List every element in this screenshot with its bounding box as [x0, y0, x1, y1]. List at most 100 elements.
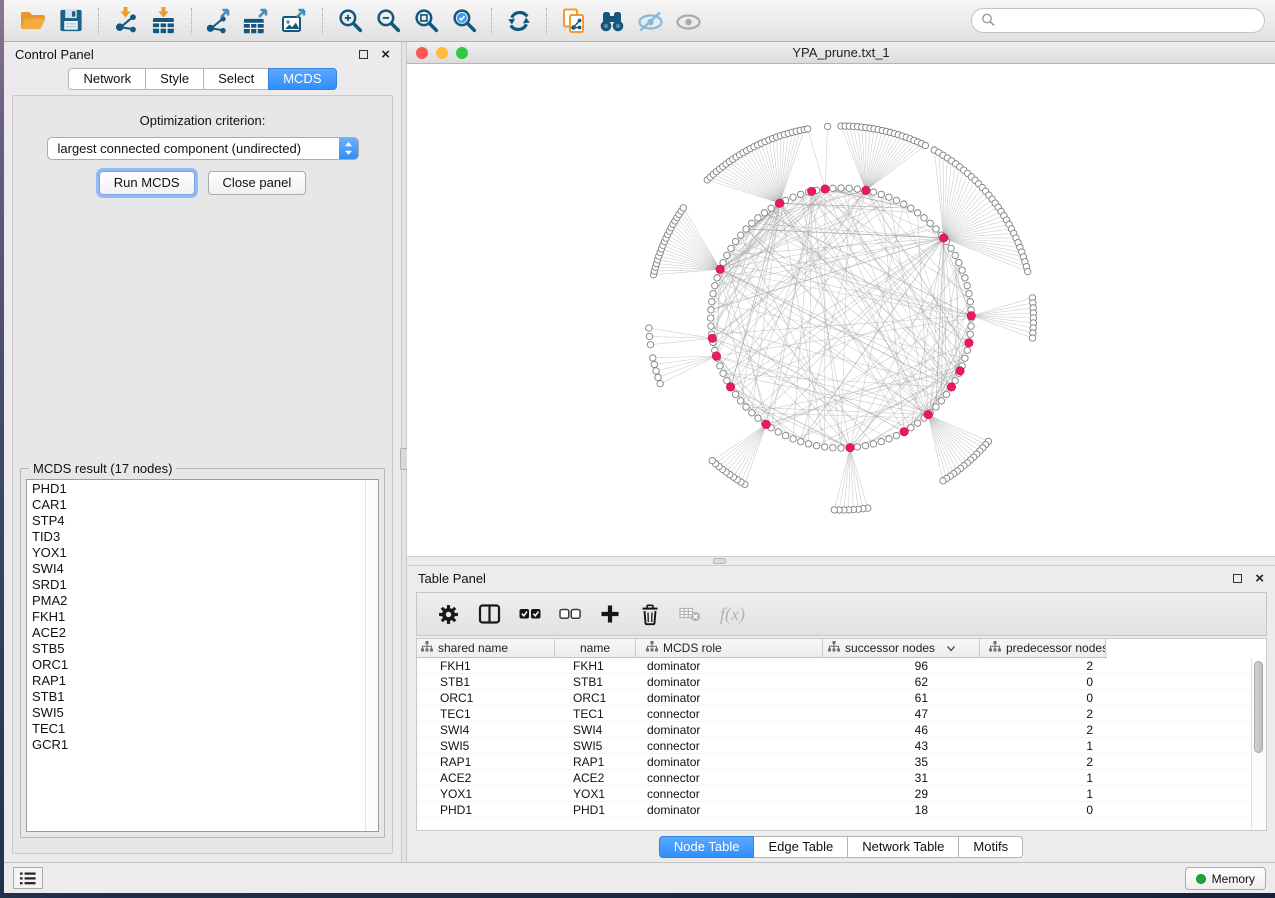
table-row[interactable]: SWI4SWI4dominator462 — [417, 722, 1266, 738]
tab-select[interactable]: Select — [203, 68, 269, 90]
criterion-select[interactable]: largest connected component (undirected) — [47, 137, 359, 160]
tab-network-table[interactable]: Network Table — [847, 836, 959, 858]
clear-checkboxes-button[interactable] — [559, 603, 581, 625]
mcds-result-group: MCDS result (17 nodes) PHD1CAR1STP4TID3Y… — [20, 468, 385, 838]
column-header-shared-name[interactable]: shared name — [417, 639, 555, 657]
network-canvas[interactable] — [407, 64, 1275, 556]
column-header-predecessor-nodes[interactable]: predecessor nodes — [980, 639, 1106, 657]
column-label: MCDS role — [663, 641, 722, 655]
splitter-handle[interactable] — [713, 558, 726, 564]
mcds-result-item[interactable]: TID3 — [27, 529, 378, 545]
task-history-button[interactable] — [13, 867, 43, 889]
column-header-MCDS-role[interactable]: MCDS role — [636, 639, 823, 657]
tab-style[interactable]: Style — [145, 68, 204, 90]
mcds-result-item[interactable]: PHD1 — [27, 481, 378, 497]
cell-MCDS-role: dominator — [636, 691, 823, 705]
add-column-button[interactable] — [599, 603, 621, 625]
memory-button[interactable]: Memory — [1185, 867, 1266, 890]
zoom-fit-button[interactable] — [410, 5, 442, 37]
table-row[interactable]: PHD1PHD1dominator180 — [417, 802, 1266, 818]
table-header-row: shared name name MCDS role successor nodesp… — [417, 639, 1107, 658]
scrollbar-thumb[interactable] — [1254, 661, 1263, 753]
tab-network[interactable]: Network — [68, 68, 146, 90]
tab-node-table[interactable]: Node Table — [659, 836, 755, 858]
window-zoom-button[interactable] — [456, 47, 468, 59]
mcds-result-item[interactable]: TEC1 — [27, 721, 378, 737]
float-panel-icon[interactable] — [359, 50, 368, 59]
mcds-result-list[interactable]: PHD1CAR1STP4TID3YOX1SWI4SRD1PMA2FKH1ACE2… — [26, 479, 379, 832]
table-row[interactable]: ORC1ORC1dominator610 — [417, 690, 1266, 706]
cell-successor-nodes: 29 — [823, 787, 980, 801]
network-window-titlebar[interactable]: YPA_prune.txt_1 — [407, 42, 1275, 64]
mcds-result-item[interactable]: STP4 — [27, 513, 378, 529]
window-close-button[interactable] — [416, 47, 428, 59]
zoom-out-button[interactable] — [372, 5, 404, 37]
export-table-button[interactable] — [241, 5, 273, 37]
table-row[interactable]: RAP1RAP1dominator352 — [417, 754, 1266, 770]
column-header-name[interactable]: name — [555, 639, 636, 657]
table-row[interactable]: ACE2ACE2connector311 — [417, 770, 1266, 786]
run-mcds-button[interactable]: Run MCDS — [99, 171, 195, 195]
float-panel-icon[interactable] — [1233, 574, 1242, 583]
mcds-result-item[interactable]: SWI4 — [27, 561, 378, 577]
table-row[interactable]: FKH1FKH1dominator962 — [417, 658, 1266, 674]
open-session-button[interactable] — [17, 5, 49, 37]
table-row[interactable]: SWI5SWI5connector431 — [417, 738, 1266, 754]
mcds-result-item[interactable]: GCR1 — [27, 737, 378, 753]
column-label: shared name — [438, 641, 508, 655]
mcds-result-item[interactable]: PMA2 — [27, 593, 378, 609]
table-row[interactable]: TEC1TEC1connector472 — [417, 706, 1266, 722]
window-minimize-button[interactable] — [436, 47, 448, 59]
mcds-result-item[interactable]: ORC1 — [27, 657, 378, 673]
zoom-selected-button[interactable] — [448, 5, 480, 37]
search-field[interactable] — [971, 8, 1265, 33]
search-input[interactable] — [1000, 13, 1255, 28]
mcds-result-item[interactable]: FKH1 — [27, 609, 378, 625]
mcds-result-item[interactable]: SRD1 — [27, 577, 378, 593]
table-row[interactable]: YOX1YOX1connector291 — [417, 786, 1266, 802]
select-all-checkboxes-button[interactable] — [519, 603, 541, 625]
tab-mcds[interactable]: MCDS — [268, 68, 336, 90]
cell-successor-nodes: 61 — [823, 691, 980, 705]
toggle-hide-button[interactable] — [634, 5, 666, 37]
export-network-button[interactable] — [203, 5, 235, 37]
mcds-result-item[interactable]: ACE2 — [27, 625, 378, 641]
network-graph[interactable] — [407, 64, 1275, 556]
status-bar: Memory — [4, 862, 1275, 893]
mcds-result-item[interactable]: SWI5 — [27, 705, 378, 721]
gear-button[interactable] — [437, 603, 460, 626]
close-panel-icon[interactable]: × — [381, 50, 390, 59]
cell-name: TEC1 — [555, 707, 636, 721]
tab-motifs[interactable]: Motifs — [958, 836, 1023, 858]
memory-status-icon — [1196, 874, 1206, 884]
save-session-button[interactable] — [55, 5, 87, 37]
refresh-layout-button[interactable] — [503, 5, 535, 37]
mcds-result-item[interactable]: YOX1 — [27, 545, 378, 561]
table-row[interactable]: STB1STB1dominator620 — [417, 674, 1266, 690]
cell-name: PHD1 — [555, 803, 636, 817]
import-network-button[interactable] — [110, 5, 142, 37]
mcds-list-scrollbar[interactable] — [365, 480, 378, 831]
tab-edge-table[interactable]: Edge Table — [753, 836, 848, 858]
export-image-button[interactable] — [279, 5, 311, 37]
table-panel: Table Panel × f(x) shared namenameMCDS r… — [407, 566, 1275, 862]
delete-column-button[interactable] — [639, 603, 661, 626]
column-label: name — [580, 641, 610, 655]
clone-network-button[interactable] — [558, 5, 590, 37]
cell-shared-name: SWI5 — [417, 739, 555, 753]
mcds-result-item[interactable]: STB1 — [27, 689, 378, 705]
close-panel-icon[interactable]: × — [1255, 574, 1264, 583]
table-scrollbar[interactable] — [1251, 658, 1266, 830]
cell-MCDS-role: dominator — [636, 803, 823, 817]
horizontal-splitter[interactable] — [407, 556, 1275, 566]
zoom-in-button[interactable] — [334, 5, 366, 37]
find-button[interactable] — [596, 5, 628, 37]
split-columns-button[interactable] — [478, 603, 501, 625]
close-panel-button[interactable]: Close panel — [208, 171, 307, 195]
import-table-button[interactable] — [148, 5, 180, 37]
mcds-result-item[interactable]: RAP1 — [27, 673, 378, 689]
control-panel: Control Panel × NetworkStyleSelectMCDS O… — [4, 42, 401, 862]
mcds-result-item[interactable]: CAR1 — [27, 497, 378, 513]
column-header-successor-nodes[interactable]: successor nodes — [823, 639, 980, 657]
mcds-result-item[interactable]: STB5 — [27, 641, 378, 657]
